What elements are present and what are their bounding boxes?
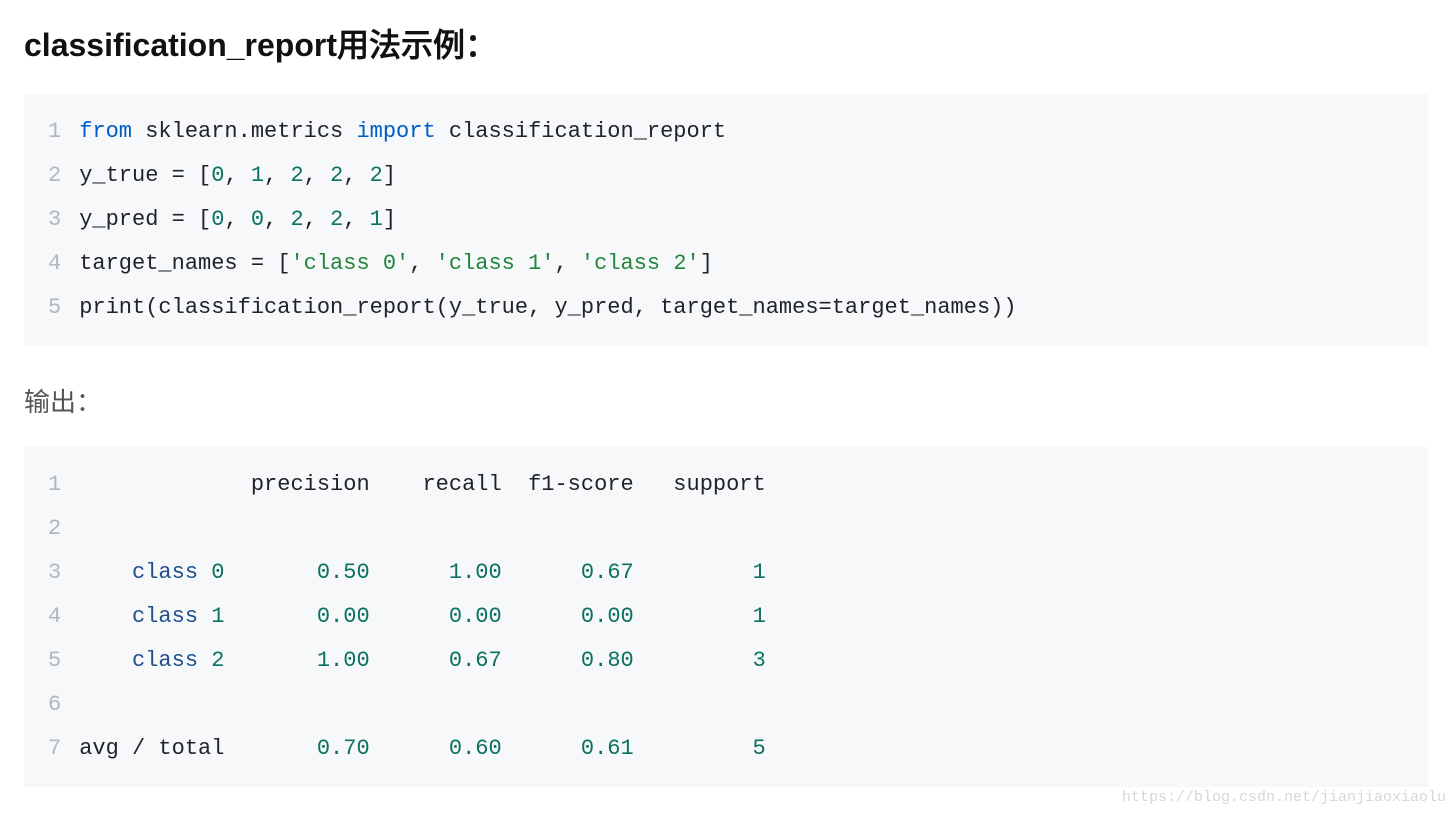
code-line: class 1 0.00 0.00 0.00 1 (79, 595, 1428, 639)
code-line: from sklearn.metrics import classificati… (79, 110, 1428, 154)
code-line: avg / total 0.70 0.60 0.61 5 (79, 727, 1428, 771)
code-line: class 2 1.00 0.67 0.80 3 (79, 639, 1428, 683)
line-number: 6 (48, 683, 61, 727)
line-number: 1 (48, 463, 61, 507)
code-line: target_names = ['class 0', 'class 1', 'c… (79, 242, 1428, 286)
watermark-text: https://blog.csdn.net/jianjiaoxiaolu (1122, 789, 1446, 806)
line-number: 7 (48, 727, 61, 771)
line-number: 3 (48, 198, 61, 242)
line-number: 3 (48, 551, 61, 595)
line-number-gutter: 1234567 (24, 463, 79, 771)
code-line (79, 507, 1428, 551)
output-label: 输出： (24, 382, 1428, 419)
line-number-gutter: 12345 (24, 110, 79, 330)
line-number: 5 (48, 286, 61, 330)
line-number: 2 (48, 154, 61, 198)
code-line: y_pred = [0, 0, 2, 2, 1] (79, 198, 1428, 242)
code-block-output: 1234567 precision recall f1-score suppor… (24, 447, 1428, 787)
line-number: 4 (48, 595, 61, 639)
code-block-source: 12345 from sklearn.metrics import classi… (24, 94, 1428, 346)
line-number: 1 (48, 110, 61, 154)
code-line: precision recall f1-score support (79, 463, 1428, 507)
section-heading: classification_report用法示例： (24, 20, 1428, 66)
line-number: 4 (48, 242, 61, 286)
code-line: y_true = [0, 1, 2, 2, 2] (79, 154, 1428, 198)
code-line: print(classification_report(y_true, y_pr… (79, 286, 1428, 330)
line-number: 2 (48, 507, 61, 551)
code-line: class 0 0.50 1.00 0.67 1 (79, 551, 1428, 595)
line-number: 5 (48, 639, 61, 683)
code-content: precision recall f1-score support class … (79, 463, 1428, 771)
code-line (79, 683, 1428, 727)
code-content: from sklearn.metrics import classificati… (79, 110, 1428, 330)
